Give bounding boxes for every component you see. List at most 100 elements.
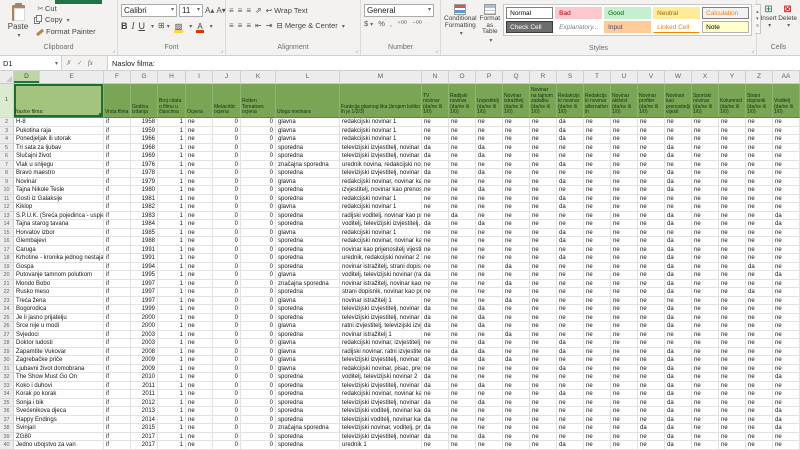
cell[interactable]: ne (719, 220, 746, 229)
cell[interactable]: ne (476, 203, 503, 212)
cell[interactable]: ne (611, 288, 638, 297)
column-letter-P[interactable]: P (476, 71, 503, 83)
cell[interactable]: ne (692, 339, 719, 348)
row-number[interactable]: 7 (0, 161, 14, 170)
cell[interactable]: if (104, 195, 131, 204)
header-cell[interactable]: Funkcija glavnog lika (brojem koliko ih … (340, 84, 422, 118)
cell[interactable]: ne (692, 220, 719, 229)
cell[interactable]: ne (692, 382, 719, 391)
cell[interactable]: ne (530, 280, 557, 289)
cell[interactable]: sporedna (276, 382, 340, 391)
cell[interactable]: ne (746, 424, 773, 433)
cell[interactable]: 2011 (131, 382, 158, 391)
cell[interactable]: ne (584, 229, 611, 238)
cell[interactable]: ne (503, 365, 530, 374)
cell[interactable]: 1 (158, 314, 186, 323)
cell[interactable]: ne (746, 416, 773, 425)
cell[interactable]: ne (773, 152, 800, 161)
cell[interactable]: 0 (241, 203, 276, 212)
cell[interactable]: da (665, 263, 692, 272)
cell[interactable]: da (422, 407, 449, 416)
cell[interactable]: ne (638, 399, 665, 408)
cell[interactable]: da (476, 348, 503, 357)
row-number[interactable]: 20 (0, 271, 14, 280)
cell[interactable]: 1 (158, 365, 186, 374)
cell[interactable]: sporedna (276, 314, 340, 323)
number-format-select[interactable]: General▾ (364, 4, 434, 17)
row-number[interactable]: 34 (0, 390, 14, 399)
row-number[interactable]: 37 (0, 416, 14, 425)
cell[interactable]: ne (584, 186, 611, 195)
cell[interactable]: ne (530, 178, 557, 187)
cell[interactable]: da (476, 152, 503, 161)
cell[interactable]: da (665, 433, 692, 442)
cell[interactable]: 0 (213, 220, 241, 229)
cell[interactable]: ne (746, 314, 773, 323)
column-letter-O[interactable]: O (449, 71, 476, 83)
cell[interactable]: 2003 (131, 339, 158, 348)
paste-button[interactable]: Paste ▾ (3, 4, 33, 39)
cell[interactable]: ne (186, 169, 213, 178)
column-letter-AA[interactable]: AA (773, 71, 800, 83)
cell[interactable]: Tajna starog tavana (14, 220, 104, 229)
cell[interactable]: ne (773, 314, 800, 323)
cell[interactable]: da (773, 220, 800, 229)
cell[interactable]: 0 (241, 288, 276, 297)
cell[interactable]: da (665, 365, 692, 374)
cell[interactable]: ne (422, 195, 449, 204)
cell[interactable]: ne (746, 305, 773, 314)
cell[interactable]: redakcijski novinar, pisac, preno (340, 365, 422, 374)
cell[interactable]: da (422, 169, 449, 178)
cell[interactable]: ne (746, 161, 773, 170)
cell[interactable]: ne (638, 229, 665, 238)
row-number[interactable]: 2 (0, 118, 14, 127)
bold-button[interactable]: B (121, 21, 128, 31)
cell[interactable]: ne (746, 356, 773, 365)
cell[interactable]: urednik novina, redakcijski novin (340, 161, 422, 170)
cell[interactable]: if (104, 237, 131, 246)
cell[interactable]: sporedna (276, 220, 340, 229)
cell[interactable]: televizijski izvjestitelj, novinar k (340, 399, 422, 408)
cell[interactable]: ne (449, 407, 476, 416)
cell[interactable]: sporedna (276, 399, 340, 408)
cell[interactable]: 0 (213, 322, 241, 331)
cell[interactable]: ne (611, 169, 638, 178)
cell[interactable]: 0 (213, 331, 241, 340)
row-number[interactable]: 35 (0, 399, 14, 408)
cell[interactable]: ne (449, 339, 476, 348)
cell[interactable]: 2015 (131, 424, 158, 433)
column-letter-X[interactable]: X (692, 71, 719, 83)
cell[interactable]: ne (638, 348, 665, 357)
cell[interactable]: ne (611, 212, 638, 221)
cell[interactable]: ne (719, 212, 746, 221)
cell[interactable]: 1 (158, 186, 186, 195)
cell[interactable]: 1 (158, 382, 186, 391)
cell[interactable]: 0 (241, 297, 276, 306)
cell[interactable]: ne (503, 169, 530, 178)
cell[interactable]: ne (422, 246, 449, 255)
column-letter-K[interactable]: K (241, 71, 276, 83)
cell[interactable]: ne (476, 407, 503, 416)
cell[interactable]: sporedna (276, 254, 340, 263)
row-number[interactable]: 3 (0, 127, 14, 136)
cell[interactable]: da (665, 305, 692, 314)
header-cell[interactable]: Rotten Tomatoes ocjena (241, 84, 276, 118)
cell[interactable]: 0 (213, 271, 241, 280)
cell[interactable]: ne (186, 373, 213, 382)
cell[interactable]: da (503, 297, 530, 306)
cell[interactable]: ne (557, 399, 584, 408)
cell[interactable]: ne (422, 186, 449, 195)
cell[interactable]: da (665, 237, 692, 246)
cell[interactable]: ne (692, 433, 719, 442)
cell[interactable]: 1 (158, 441, 186, 450)
cell[interactable]: ne (584, 280, 611, 289)
cell[interactable]: if (104, 246, 131, 255)
cell[interactable]: 0 (213, 373, 241, 382)
cell[interactable]: 1969 (131, 152, 158, 161)
cell[interactable]: ne (719, 348, 746, 357)
cell[interactable]: ne (746, 135, 773, 144)
increase-decimal-icon[interactable]: ⁺⁰⁰ (397, 19, 407, 28)
cell[interactable]: 1 (158, 229, 186, 238)
cell[interactable]: ne (449, 399, 476, 408)
cell[interactable]: 1994 (131, 263, 158, 272)
